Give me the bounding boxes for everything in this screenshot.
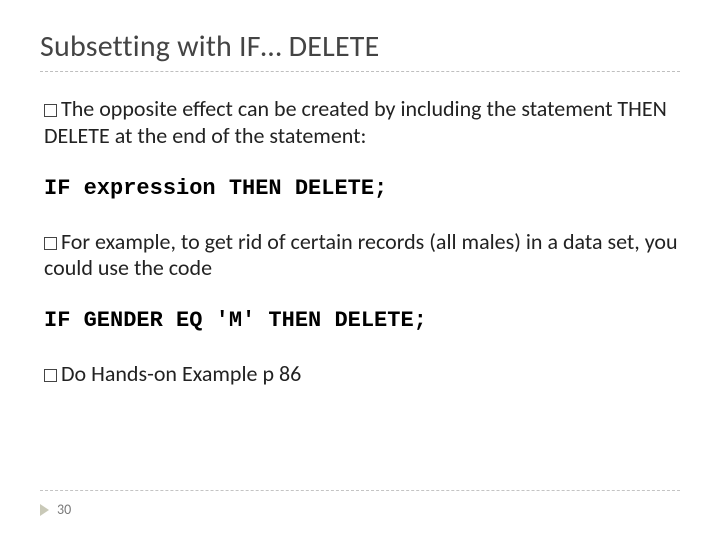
page-number: 30	[57, 501, 71, 518]
slide-footer: 30	[40, 490, 680, 518]
paragraph-1-text: The opposite effect can be created by in…	[44, 95, 667, 149]
paragraph-2: For example, to get rid of certain recor…	[40, 229, 680, 283]
paragraph-3-text: Do Hands-on Example p 86	[61, 360, 301, 387]
code-block-1: IF expression THEN DELETE;	[40, 176, 680, 201]
bullet-icon	[44, 237, 57, 250]
code-block-2: IF GENDER EQ 'M' THEN DELETE;	[40, 308, 680, 333]
footer-divider	[40, 490, 680, 491]
bullet-icon	[44, 104, 57, 117]
paragraph-2-text: For example, to get rid of certain recor…	[44, 228, 678, 282]
paragraph-3: Do Hands-on Example p 86	[40, 361, 680, 388]
arrow-right-icon	[40, 504, 49, 516]
footer-row: 30	[40, 501, 680, 518]
slide-title: Subsetting with IF… DELETE	[40, 28, 680, 65]
paragraph-1: The opposite effect can be created by in…	[40, 96, 680, 150]
title-divider	[40, 71, 680, 72]
bullet-icon	[44, 369, 57, 382]
